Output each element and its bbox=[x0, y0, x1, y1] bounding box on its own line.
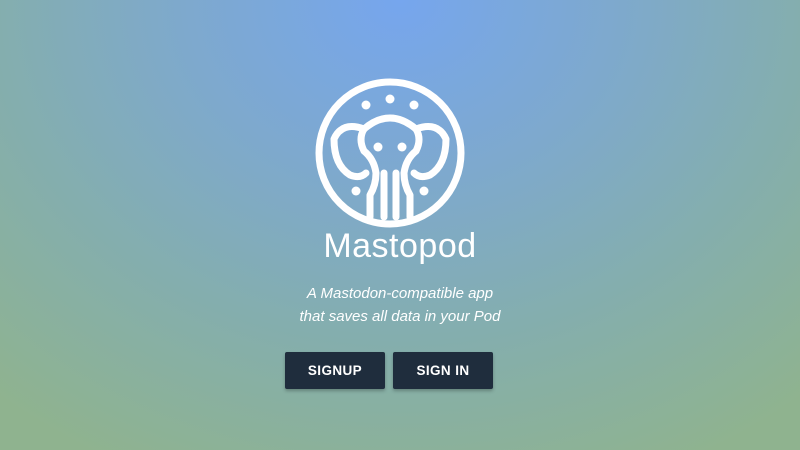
tagline-line-1: A Mastodon-compatible app bbox=[306, 285, 494, 302]
tagline: A Mastodon-compatible app that saves all… bbox=[0, 282, 800, 328]
landing-page: Mastopod A Mastodon-compatible app that … bbox=[0, 0, 800, 450]
signup-button[interactable]: SIGNUP bbox=[285, 352, 385, 389]
tagline-line-2: that saves all data in your Pod bbox=[299, 308, 501, 325]
elephant-logo-icon bbox=[314, 77, 466, 229]
sign-in-button[interactable]: SIGN IN bbox=[393, 352, 493, 389]
app-title: Mastopod bbox=[323, 227, 477, 265]
